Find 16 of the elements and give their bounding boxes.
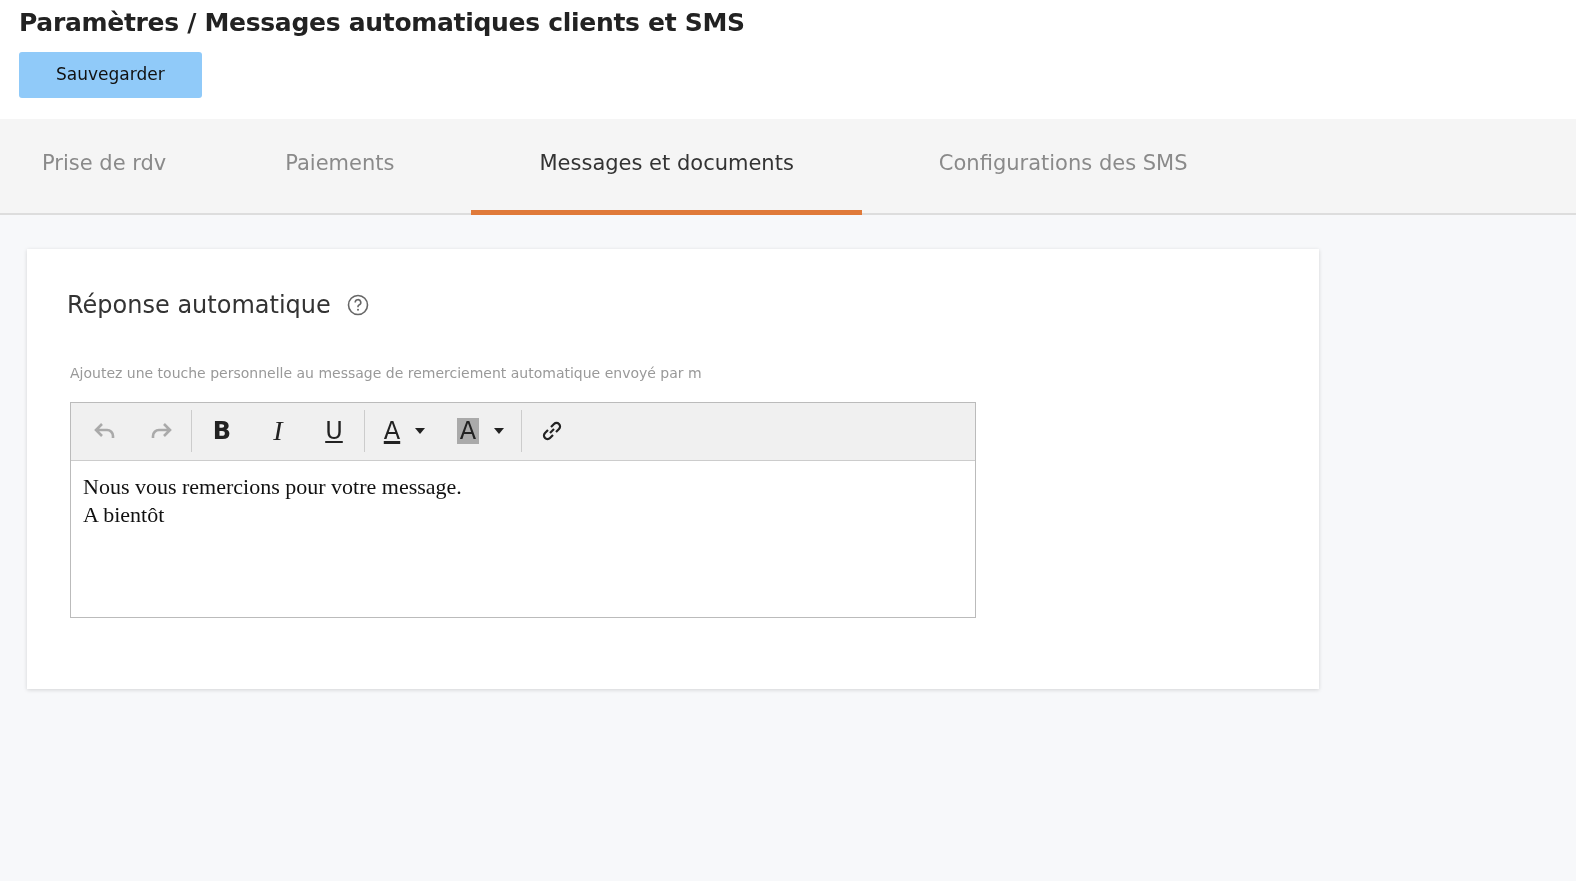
undo-icon (93, 421, 117, 441)
highlight-button[interactable]: A (443, 409, 519, 453)
card-title: Réponse automatique (67, 289, 331, 321)
page-title: Paramètres / Messages automatiques clients et SMS (19, 8, 746, 38)
redo-icon (149, 421, 173, 441)
bold-button[interactable]: B (194, 409, 250, 453)
message-field[interactable]: Nous vous remercions pour votre message. A bientôt (71, 460, 975, 617)
caret-icon (493, 427, 506, 435)
text-color-button[interactable]: A (367, 409, 443, 453)
save-button[interactable]: Sauvegarder (19, 52, 202, 98)
tab[interactable]: Messages et documents (471, 118, 862, 215)
italic-button[interactable]: I (250, 409, 306, 453)
hint-text: Ajoutez une touche personnelle au message de remerciement automatique envoyé par m (70, 363, 703, 383)
caret-icon (414, 427, 427, 435)
underline-button[interactable]: U (306, 409, 362, 453)
help-icon[interactable] (346, 293, 369, 316)
